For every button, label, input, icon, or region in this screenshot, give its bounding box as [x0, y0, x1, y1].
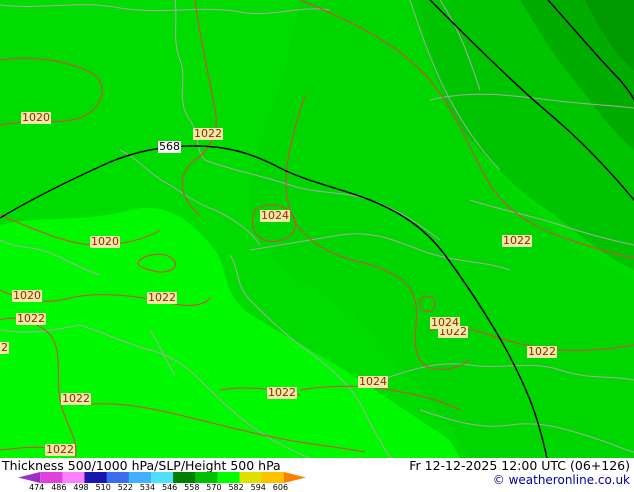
legend-swatch	[18, 472, 41, 483]
isobar-label: 1022	[147, 291, 177, 304]
isobar-label: 1022	[61, 392, 91, 405]
map-canvas	[0, 0, 634, 458]
isobar-label: 1024	[260, 209, 290, 222]
legend-tick-label: 606	[272, 483, 289, 492]
isobar-label: 1024	[430, 316, 460, 329]
legend-swatch	[62, 472, 85, 483]
isobar-label: 2	[0, 341, 9, 354]
legend-tick-label: 558	[184, 483, 200, 492]
legend-tick-label: 594	[250, 483, 266, 492]
legend-swatch	[40, 472, 63, 483]
legend-tick-label: 534	[139, 483, 156, 492]
legend-swatch	[217, 472, 241, 483]
legend-swatch	[239, 472, 263, 483]
legend-tick-label: 546	[162, 483, 178, 492]
map-footer: Thickness 500/1000 hPa/SLP/Height 500 hP…	[0, 458, 634, 492]
legend-tick-label: 474	[29, 483, 45, 492]
isobar-label: 1022	[16, 312, 46, 325]
height-contour-label: 568	[158, 140, 181, 153]
legend-tick-label: 522	[117, 483, 133, 492]
credit-link[interactable]: © weatheronline.co.uk	[493, 473, 630, 487]
isobar-label: 1020	[90, 235, 120, 248]
isobar-label: 1022	[45, 443, 75, 456]
isobar-label: 1022	[502, 234, 532, 247]
legend-swatch	[195, 472, 218, 483]
legend-swatch	[84, 472, 108, 483]
legend-swatch	[128, 472, 152, 483]
legend-swatch	[261, 472, 285, 483]
isobar-label: 1020	[21, 111, 51, 124]
isobar-label: 1020	[12, 289, 42, 302]
legend-swatch	[106, 472, 130, 483]
valid-time: Fr 12-12-2025 12:00 UTC (06+126)	[409, 458, 630, 473]
legend-tick-label: 486	[51, 483, 67, 492]
legend-tick-label: 510	[95, 483, 111, 492]
legend-swatch	[150, 472, 174, 483]
legend-swatch	[283, 472, 306, 483]
map-title: Thickness 500/1000 hPa/SLP/Height 500 hP…	[2, 458, 281, 473]
legend-tick-label: 498	[73, 483, 89, 492]
legend-tick-label: 582	[228, 483, 244, 492]
color-legend-bar	[18, 472, 306, 483]
isobar-label: 1022	[527, 345, 557, 358]
weather-map: 1020 1022 1024 1020 1022 1020 1022 1022 …	[0, 0, 634, 458]
legend-swatch	[173, 472, 196, 483]
legend-tick-label: 570	[206, 483, 222, 492]
isobar-label: 1022	[267, 386, 297, 399]
isobar-label: 1024	[358, 375, 388, 388]
isobar-label: 1022	[193, 127, 223, 140]
